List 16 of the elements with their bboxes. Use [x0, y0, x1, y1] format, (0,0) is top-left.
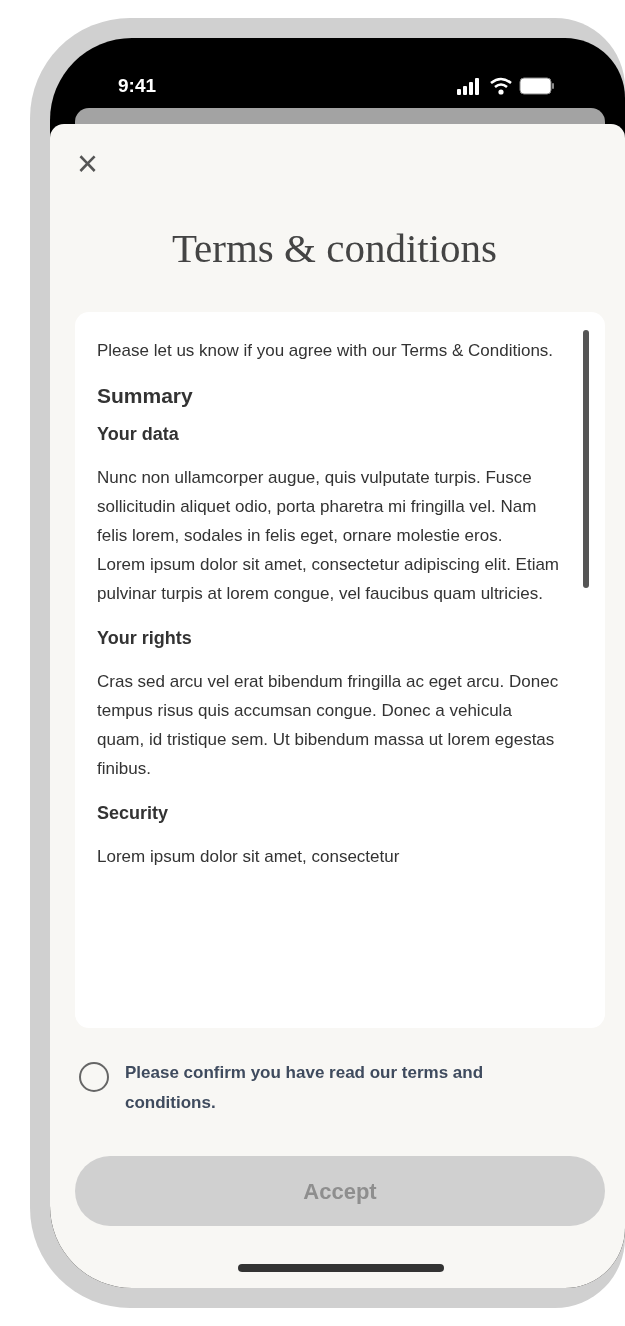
section-heading: Summary [97, 383, 194, 409]
subsection-heading: Your rights [97, 627, 193, 650]
subsection-heading: Security [97, 802, 170, 825]
intro-paragraph: Please let us know if you agree with our Terms & Conditions. [97, 340, 555, 362]
body-paragraph: Lorem ipsum dolor sit amet, consectetur [97, 846, 401, 868]
confirm-radio[interactable] [79, 1062, 109, 1092]
battery-icon [519, 77, 555, 95]
wifi-icon [489, 77, 513, 95]
close-button[interactable]: × [77, 146, 99, 182]
page-title: Terms & conditions [170, 224, 499, 272]
subsection-heading: Your data [97, 423, 180, 446]
body-paragraph: Lorem ipsum dolor sit amet, consectetur adipiscing elit. Etiam pulvinar turpis at lorem congue, vel faucibus quam ultricies. [97, 554, 561, 605]
status-time: 9:41 [118, 73, 157, 98]
confirm-label: Please confirm you have read our terms and conditions. [125, 1062, 485, 1114]
body-paragraph: Nunc non ullamcorper augue, quis vulputate turpis. Fusce sollicitudin aliquet odio, porta pharetra mi fringilla vel. Nam felis lorem, sodales in felis eget, ornare molestie eros. [97, 467, 538, 547]
body-paragraph: Cras sed arcu vel erat bibendum fringilla ac eget arcu. Donec tempus risus quis accumsan congue. Donec a vehicula quam, id tristique sem. Ut bibendum massa ut lorem egestas finibus. [97, 671, 560, 780]
